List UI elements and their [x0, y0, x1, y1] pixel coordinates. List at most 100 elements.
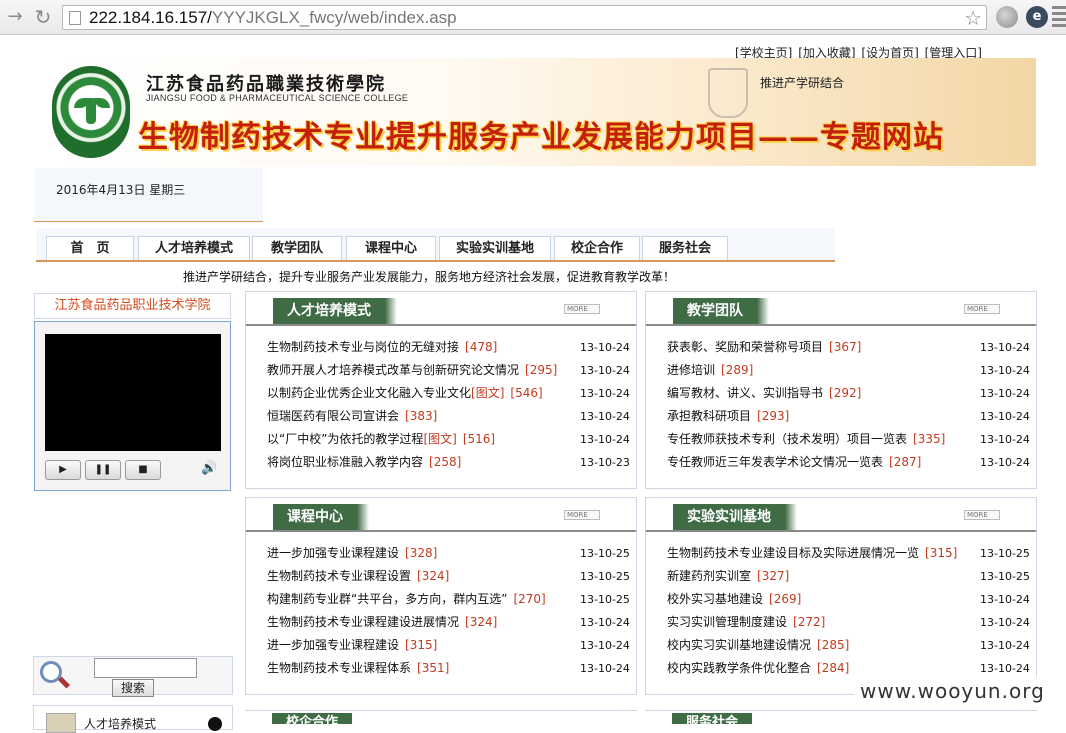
view-count: [315]: [405, 638, 438, 652]
news-title[interactable]: 进修培训: [667, 363, 715, 377]
nav-training-base[interactable]: 实验实训基地: [439, 236, 551, 260]
news-item[interactable]: 专任教师近三年发表学术论文情况一览表 [287] 13-10-24: [667, 454, 1030, 477]
news-item[interactable]: 进修培训 [289] 13-10-24: [667, 362, 1030, 385]
news-title[interactable]: 进一步加强专业课程建设: [267, 546, 399, 560]
view-count: [335]: [913, 432, 946, 446]
news-date: 13-10-24: [580, 616, 630, 629]
news-title[interactable]: 编写教材、讲义、实训指导书: [667, 386, 823, 400]
news-title[interactable]: 恒瑞医药有限公司宣讲会: [267, 409, 399, 423]
address-bar[interactable]: 222.184.16.157/YYYJKGLX_fwcy/web/index.a…: [62, 5, 987, 30]
page-icon: [69, 11, 81, 25]
news-title[interactable]: 构建制药专业群“共平台，多方向，群内互选”: [267, 592, 507, 606]
news-item[interactable]: 新建药剂实训室 [327] 13-10-25: [667, 568, 1030, 591]
nav-talent-model[interactable]: 人才培养模式: [138, 236, 250, 260]
more-button[interactable]: MORE: [964, 304, 1000, 314]
e-extension-icon[interactable]: e: [1026, 6, 1048, 28]
news-title[interactable]: 校外实习基地建设: [667, 592, 763, 606]
news-title[interactable]: 进一步加强专业课程建设: [267, 638, 399, 652]
news-item[interactable]: 教师开展人才培养模式改革与创新研究论文情况 [295] 13-10-24: [267, 362, 630, 385]
news-list: 获表彰、奖励和荣誉称号项目 [367] 13-10-24 进修培训 [289] 13-10…: [667, 339, 1030, 477]
menu-icon[interactable]: [1052, 6, 1066, 28]
news-item[interactable]: 编写教材、讲义、实训指导书 [292] 13-10-24: [667, 385, 1030, 408]
pause-button[interactable]: ❚❚: [85, 460, 121, 480]
search-input[interactable]: [94, 658, 197, 678]
reload-icon[interactable]: ↻: [32, 6, 54, 28]
nav-social-service[interactable]: 服务社会: [642, 236, 728, 260]
news-title[interactable]: 承担教科研项目: [667, 409, 751, 423]
view-count: [516]: [462, 432, 496, 446]
news-item[interactable]: 构建制药专业群“共平台，多方向，群内互选” [270] 13-10-25: [267, 591, 630, 614]
news-item[interactable]: 校外实习基地建设 [269] 13-10-24: [667, 591, 1030, 614]
panel-title[interactable]: 课程中心: [273, 504, 369, 530]
news-title[interactable]: 获表彰、奖励和荣誉称号项目: [667, 340, 823, 354]
left-college-title[interactable]: 江苏食品药品职业技术学院: [34, 293, 231, 319]
news-item[interactable]: 进一步加强专业课程建设 [328] 13-10-25: [267, 545, 630, 568]
news-title[interactable]: 实习实训管理制度建设: [667, 615, 787, 629]
panel-teaching-team: 教学团队 MORE 获表彰、奖励和荣誉称号项目 [367] 13-10-24 进修培训 [2…: [645, 291, 1037, 489]
nav-home[interactable]: 首 页: [46, 236, 134, 260]
news-title[interactable]: 生物制药技术专业与岗位的无缝对接: [267, 340, 459, 354]
news-title[interactable]: 生物制药技术专业建设目标及实际进展情况一览: [667, 546, 919, 560]
news-title[interactable]: 校内实践教学条件优化整合: [667, 661, 811, 675]
news-item[interactable]: 生物制药技术专业课程建设进展情况 [324] 13-10-24: [267, 614, 630, 637]
main-nav: 首 页 人才培养模式 教学团队 课程中心 实验实训基地 校企合作 服务社会: [36, 228, 835, 262]
news-title[interactable]: 将岗位职业标准融入教学内容: [267, 455, 423, 469]
stop-button[interactable]: ■: [125, 460, 161, 480]
panel-school-enterprise-stub: 校企合作: [245, 710, 637, 724]
news-title[interactable]: 新建药剂实训室: [667, 569, 751, 583]
news-title[interactable]: 生物制药技术专业课程设置: [267, 569, 411, 583]
news-item[interactable]: 生物制药技术专业课程设置 [324] 13-10-25: [267, 568, 630, 591]
view-count: [324]: [417, 569, 450, 583]
news-title[interactable]: 生物制药技术专业课程体系: [267, 661, 411, 675]
news-date: 13-10-24: [980, 593, 1030, 606]
news-item[interactable]: 将岗位职业标准融入教学内容 [258] 13-10-23: [267, 454, 630, 477]
panel-title[interactable]: 实验实训基地: [673, 504, 797, 530]
panel-title[interactable]: 教学团队: [673, 298, 769, 324]
site-banner: 江苏食品药品職業技術學院 JIANGSU FOOD & PHARMACEUTIC…: [48, 58, 1036, 166]
more-button[interactable]: MORE: [564, 304, 600, 314]
news-date: 13-10-24: [980, 456, 1030, 469]
news-item[interactable]: 专任教师获技术专利（技术发明）项目一览表 [335] 13-10-24: [667, 431, 1030, 454]
panel-header: 实验实训基地 MORE: [646, 498, 1036, 532]
news-date: 13-10-24: [580, 662, 630, 675]
bookmark-star-icon[interactable]: ☆: [964, 6, 982, 30]
panel-title[interactable]: 校企合作: [272, 713, 353, 724]
volume-icon[interactable]: 🔊: [201, 461, 217, 476]
panel-title[interactable]: 服务社会: [672, 713, 753, 724]
panel-header: 课程中心 MORE: [246, 498, 636, 532]
play-button[interactable]: ▶: [45, 460, 81, 480]
news-item[interactable]: 生物制药技术专业建设目标及实际进展情况一览 [315] 13-10-25: [667, 545, 1030, 568]
news-item[interactable]: 恒瑞医药有限公司宣讲会 [383] 13-10-24: [267, 408, 630, 431]
news-item[interactable]: 进一步加强专业课程建设 [315] 13-10-24: [267, 637, 630, 660]
page: [学校主页] [加入收藏] [设为首页] [管理入口] 江苏食品药品職業技術學院…: [0, 36, 1066, 733]
nav-course-center[interactable]: 课程中心: [346, 236, 436, 260]
news-title[interactable]: 以“厂中校”为依托的教学过程: [267, 432, 423, 446]
news-title[interactable]: 生物制药技术专业课程建设进展情况: [267, 615, 459, 629]
news-item[interactable]: 以制药企业优秀企业文化融入专业文化[图文] [546] 13-10-24: [267, 385, 630, 408]
globe-extension-icon[interactable]: [996, 6, 1018, 28]
more-button[interactable]: MORE: [964, 510, 1000, 520]
news-item[interactable]: 实习实训管理制度建设 [272] 13-10-24: [667, 614, 1030, 637]
news-title[interactable]: 教师开展人才培养模式改革与创新研究论文情况: [267, 363, 519, 377]
news-item[interactable]: 以“厂中校”为依托的教学过程[图文] [516] 13-10-24: [267, 431, 630, 454]
nav-school-enterprise[interactable]: 校企合作: [554, 236, 640, 260]
marquee-text: 推进产学研结合，提升专业服务产业发展能力，服务地方经济社会发展，促进教育教学改革…: [183, 270, 676, 284]
more-button[interactable]: MORE: [564, 510, 600, 520]
view-count: [284]: [817, 661, 850, 675]
news-list: 进一步加强专业课程建设 [328] 13-10-25 生物制药技术专业课程设置 [324…: [267, 545, 630, 683]
video-screen[interactable]: [45, 334, 221, 451]
back-arrow-icon[interactable]: →: [4, 6, 26, 28]
news-title[interactable]: 校内实习实训基地建设情况: [667, 638, 811, 652]
news-item[interactable]: 生物制药技术专业课程体系 [351] 13-10-24: [267, 660, 630, 683]
news-title[interactable]: 专任教师近三年发表学术论文情况一览表: [667, 455, 883, 469]
news-item[interactable]: 生物制药技术专业与岗位的无缝对接 [478] 13-10-24: [267, 339, 630, 362]
news-title[interactable]: 以制药企业优秀企业文化融入专业文化: [267, 386, 471, 400]
search-button[interactable]: 搜索: [112, 679, 154, 697]
news-item[interactable]: 承担教科研项目 [293] 13-10-24: [667, 408, 1030, 431]
nav-teaching-team[interactable]: 教学团队: [252, 236, 342, 260]
news-item[interactable]: 校内实习实训基地建设情况 [285] 13-10-24: [667, 637, 1030, 660]
news-item[interactable]: 获表彰、奖励和荣誉称号项目 [367] 13-10-24: [667, 339, 1030, 362]
news-title[interactable]: 专任教师获技术专利（技术发明）项目一览表: [667, 432, 907, 446]
view-count: [269]: [769, 592, 802, 606]
panel-title[interactable]: 人才培养模式: [273, 298, 397, 324]
